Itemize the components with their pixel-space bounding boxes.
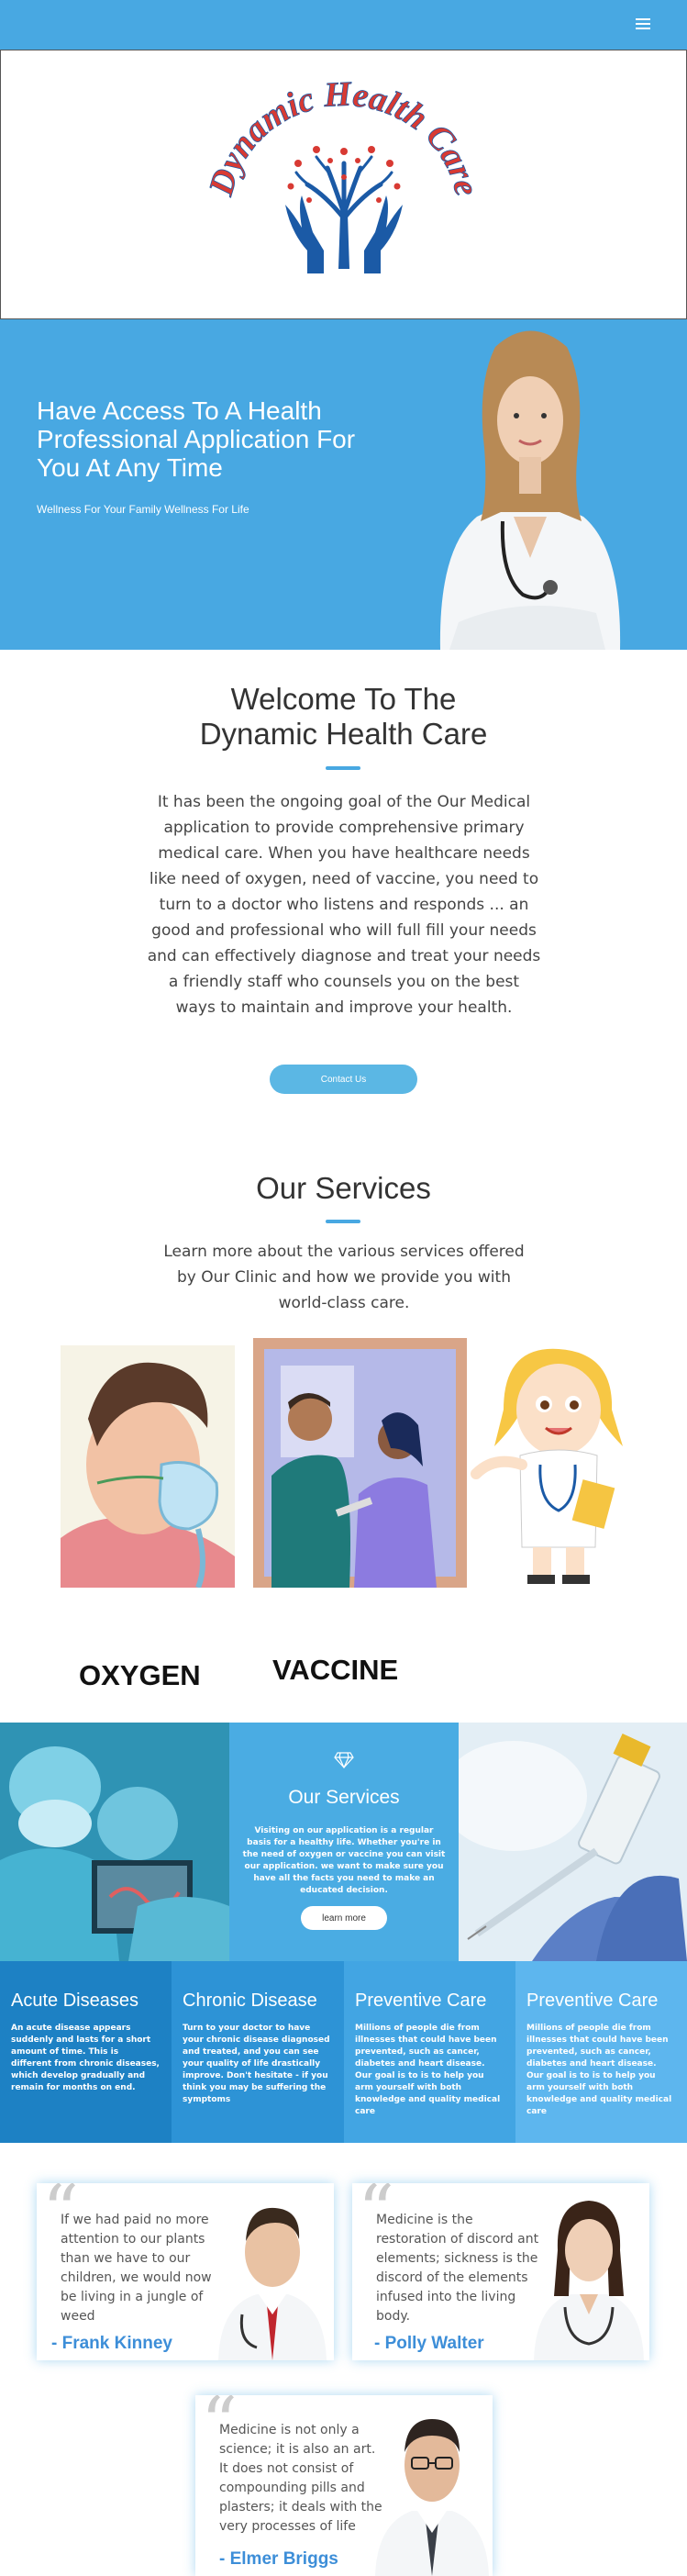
testimonial-card: “ Medicine is not only a science; it is …	[195, 2395, 493, 2576]
column-preventive-care-2: Preventive Care Millions of people die f…	[515, 1961, 687, 2143]
column-text: Turn to your doctor to have your chronic…	[183, 2024, 330, 2104]
testimonial-quote: Medicine is not only a science; it is al…	[219, 2423, 382, 2534]
contact-us-button[interactable]: Contact Us	[270, 1065, 417, 1094]
testimonial-quote: Medicine is the restoration of discord a…	[376, 2213, 539, 2324]
diamond-icon	[334, 1752, 354, 1768]
oxygen-label: OXYGEN	[79, 1659, 201, 1691]
surgeons-image	[0, 1723, 229, 1961]
vaccine-image	[253, 1338, 467, 1588]
learn-more-button[interactable]: learn more	[301, 1906, 387, 1930]
disease-columns: Acute Diseases An acute disease appears …	[0, 1961, 687, 2143]
our-services-panel: Our Services Visiting on our application…	[229, 1723, 459, 1961]
vaccine-vial-image	[459, 1723, 687, 1961]
column-title: Acute Diseases	[11, 1991, 139, 2011]
services-title: Our Services	[256, 1171, 431, 1205]
welcome-title-line2: Dynamic Health Care	[199, 717, 488, 751]
column-text: Millions of people die from illnesses th…	[526, 2024, 672, 2116]
dynamic-health-care-logo: Dynamic Health Care	[206, 76, 482, 273]
feature-text: Visiting on our application is a regular…	[242, 1826, 446, 1895]
testimonial-name: - Polly Walter	[374, 2334, 484, 2353]
column-title: Preventive Care	[526, 1991, 659, 2011]
male-doctor-photo	[218, 2207, 327, 2360]
hamburger-menu-icon[interactable]	[636, 18, 650, 31]
hero-title: Have Access To A Health Professional App…	[37, 396, 356, 482]
column-preventive-care: Preventive Care Millions of people die f…	[344, 1961, 515, 2143]
male-doctor-glasses-photo	[375, 2419, 489, 2576]
hero-subtitle: Wellness For Your Family Wellness For Li…	[37, 503, 249, 516]
female-doctor-photo	[534, 2201, 644, 2360]
column-text: An acute disease appears suddenly and la…	[11, 2024, 160, 2092]
testimonial-quote: If we had paid no more attention to our …	[61, 2213, 212, 2324]
column-text: Millions of people die from illnesses th…	[355, 2024, 501, 2116]
services-text: Learn more about the various services of…	[163, 1243, 525, 1312]
welcome-title-line1: Welcome To The	[230, 682, 457, 716]
feature-band: Our Services Visiting on our application…	[0, 1723, 687, 1961]
testimonial-name: - Elmer Briggs	[219, 2549, 338, 2569]
testimonial-card: “ If we had paid no more attention to ou…	[37, 2183, 334, 2360]
welcome-divider	[326, 766, 360, 770]
column-acute-diseases: Acute Diseases An acute disease appears …	[0, 1961, 172, 2143]
oxygen-image	[61, 1345, 235, 1588]
logo-banner: Dynamic Health Care	[0, 50, 687, 319]
feature-title: Our Services	[288, 1787, 400, 1808]
welcome-text: It has been the ongoing goal of the Our …	[147, 793, 541, 1017]
testimonial-card: “ Medicine is the restoration of discord…	[352, 2183, 649, 2360]
services-divider	[326, 1220, 360, 1223]
hero-section: Have Access To A Health Professional App…	[0, 319, 687, 650]
column-chronic-disease: Chronic Disease Turn to your doctor to h…	[172, 1961, 344, 2143]
top-navigation-bar	[0, 0, 687, 50]
vaccine-label: VACCINE	[272, 1654, 399, 1686]
testimonial-name: - Frank Kinney	[51, 2334, 172, 2353]
cartoon-doctor-image	[467, 1336, 641, 1589]
column-title: Chronic Disease	[183, 1991, 317, 2011]
column-title: Preventive Care	[355, 1991, 487, 2011]
female-doctor-image	[439, 330, 621, 650]
